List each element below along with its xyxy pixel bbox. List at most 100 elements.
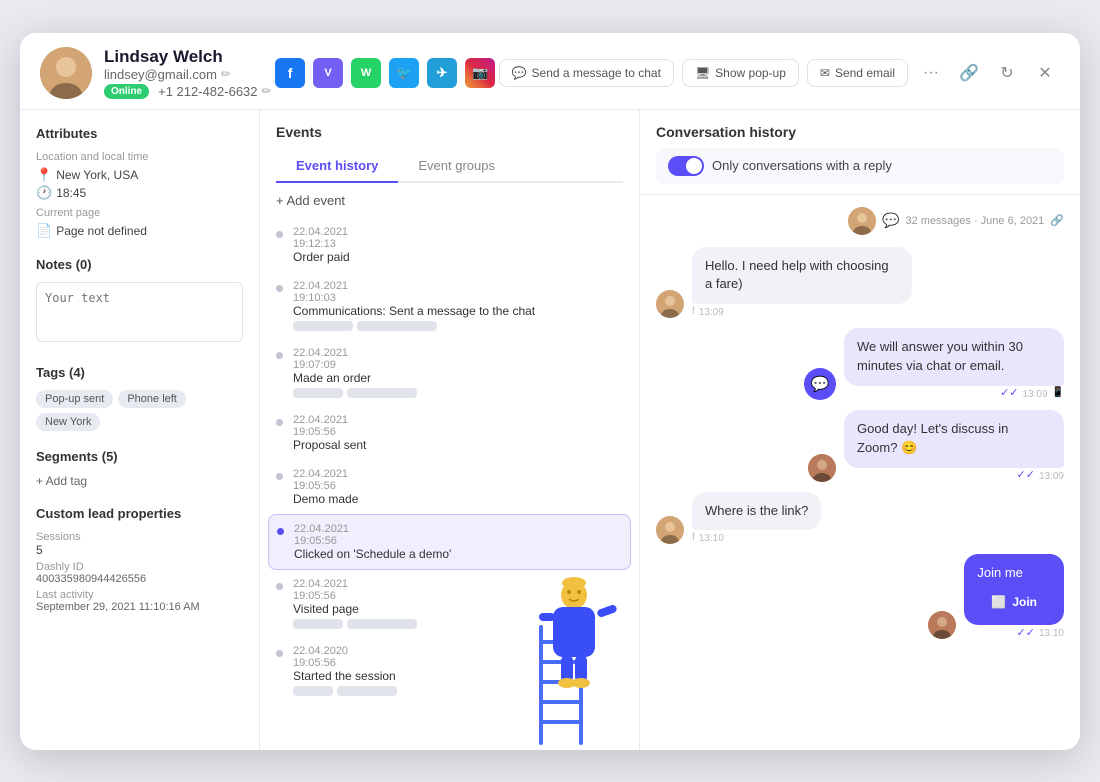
titlebar-actions: 💬 Send a message to chat 🖥 Show pop-up ✉… [499,58,1060,88]
main-content: Attributes Location and local time 📍 New… [20,110,1080,750]
event-time: 22.04.202119:12:13 [293,226,623,250]
send-email-button[interactable]: ✉ Send email [807,59,908,87]
instagram-icon[interactable]: 📷 [465,58,495,88]
add-tag-button[interactable]: + Add tag [36,474,243,488]
segments-title: Segments (5) [36,449,243,464]
reply-toggle[interactable] [668,156,704,176]
event-item[interactable]: 22.04.202119:05:56 Visited page [268,570,631,637]
tab-event-history[interactable]: Event history [276,150,398,183]
msg-content: We will answer you within 30 minutes via… [844,328,1064,400]
events-panel: Events Event history Event groups + Add … [260,110,640,750]
user-email: lindsey@gmail.com ✏ [104,67,272,82]
event-item[interactable]: 22.04.202119:07:09 Made an order [268,339,631,406]
events-title: Events [276,124,623,140]
tags-list: Pop-up sent Phone left New York [36,390,243,431]
event-time: 22.04.202119:05:56 [293,578,623,602]
message-row: Join me ⬜ Join ✓✓ 13:10 [656,554,1064,639]
close-icon[interactable]: ✕ [1030,58,1060,88]
toggle-row: Only conversations with a reply [656,148,1064,184]
event-tags [293,619,623,629]
event-dot [276,583,283,590]
refresh-icon[interactable]: ↻ [992,58,1022,88]
event-item[interactable]: 22.04.202019:05:56 Started the session [268,637,631,704]
edit-phone-icon[interactable]: ✏ [262,84,272,98]
message-row: Hello. I need help with choosing a fare)… [656,247,1064,319]
event-description: Demo made [293,492,623,506]
message-bubble: Join me ⬜ Join [964,554,1064,625]
message-bubble: Hello. I need help with choosing a fare) [692,247,912,305]
tag-item[interactable]: Pop-up sent [36,390,113,408]
events-header: Events Event history Event groups [260,110,639,183]
conv-avatar [848,207,876,235]
custom-title: Custom lead properties [36,506,243,521]
attributes-section: Attributes Location and local time 📍 New… [36,126,243,239]
add-event-button[interactable]: + Add event [260,183,639,218]
message-time: 13:10 [1039,628,1064,639]
segments-section: Segments (5) + Add tag [36,449,243,488]
event-time: 22.04.202119:07:09 [293,347,623,371]
event-description: Visited page [293,602,623,616]
event-tags [293,388,623,398]
message-time: 13:10 [699,533,724,544]
sidebar: Attributes Location and local time 📍 New… [20,110,260,750]
message-bubble: We will answer you within 30 minutes via… [844,328,1064,386]
msg-content: Good day! Let's discuss in Zoom? 😊 ✓✓ 13… [844,410,1064,482]
event-dot [276,285,283,292]
event-item[interactable]: 22.04.202119:12:13 Order paid [268,218,631,272]
events-tabs: Event history Event groups [276,150,623,183]
tag-item[interactable]: Phone left [118,390,186,408]
send-message-button[interactable]: 💬 Send a message to chat [499,59,674,87]
last-activity-row: Last activity September 29, 2021 11:10:1… [36,589,243,613]
sessions-row: Sessions 5 [36,531,243,557]
facebook-icon[interactable]: f [275,58,305,88]
event-item[interactable]: 22.04.202119:05:56 Demo made [268,460,631,514]
event-dot [276,231,283,238]
whatsapp-icon[interactable]: W [351,58,381,88]
conv-link-icon[interactable]: 🔗 [1050,214,1064,227]
agent-icon: 💬 [804,368,836,400]
chat-messages: 💬 32 messages · June 6, 2021 🔗 Hello. I … [640,195,1080,750]
events-list: 22.04.202119:12:13 Order paid 22.04.2021… [260,218,639,750]
event-item[interactable]: 22.04.202119:05:56 Clicked on 'Schedule … [268,514,631,570]
msg-content: Where is the link? f 13:10 [692,492,821,545]
user-details: Lindsay Welch lindsey@gmail.com ✏ Online… [104,47,272,99]
user-name: Lindsay Welch [104,47,272,67]
read-icon: ✓✓ [1017,468,1035,481]
link-icon[interactable]: 🔗 [954,58,984,88]
event-dot [276,473,283,480]
message-bubble: Good day! Let's discuss in Zoom? 😊 [844,410,1064,468]
device-icon: 📱 [1052,387,1064,398]
chat-header: Conversation history Only conversations … [640,110,1080,195]
twitter-icon[interactable]: 🐦 [389,58,419,88]
event-description: Started the session [293,669,623,683]
conversation-meta: 💬 32 messages · June 6, 2021 🔗 [656,207,1064,235]
online-badge: Online [104,84,149,99]
dashly-row: Dashly ID 400335980944426556 [36,561,243,585]
conv-meta-text: 32 messages · June 6, 2021 [905,215,1044,227]
message-time: 13:09 [1039,471,1064,482]
chat-icon: 💬 [512,66,527,80]
tab-event-groups[interactable]: Event groups [398,150,515,183]
location-section: Location and local time 📍 New York, USA … [36,151,243,201]
message-row: Where is the link? f 13:10 [656,492,1064,545]
telegram-icon[interactable]: ✈ [427,58,457,88]
page-value: 📄 Page not defined [36,223,243,239]
avatar [40,47,92,99]
main-window: Lindsay Welch lindsey@gmail.com ✏ Online… [20,33,1080,750]
viber-icon[interactable]: V [313,58,343,88]
event-dot [276,419,283,426]
tag-item[interactable]: New York [36,413,100,431]
event-item[interactable]: 22.04.202119:05:56 Proposal sent [268,406,631,460]
user-phone: Online +1 212-482-6632 ✏ [104,84,272,99]
join-button[interactable]: ⬜ Join [977,589,1051,615]
source-icon: f [692,532,695,543]
notes-input[interactable] [36,282,243,342]
tags-title: Tags (4) [36,365,243,380]
show-popup-button[interactable]: 🖥 Show pop-up [682,59,799,87]
event-description: Clicked on 'Schedule a demo' [294,547,622,561]
event-item[interactable]: 22.04.202119:10:03 Communications: Sent … [268,272,631,339]
edit-email-icon[interactable]: ✏ [221,67,231,81]
more-options-button[interactable]: ··· [916,58,946,88]
agent-avatar [808,454,836,482]
conversation-title: Conversation history [656,124,1064,140]
